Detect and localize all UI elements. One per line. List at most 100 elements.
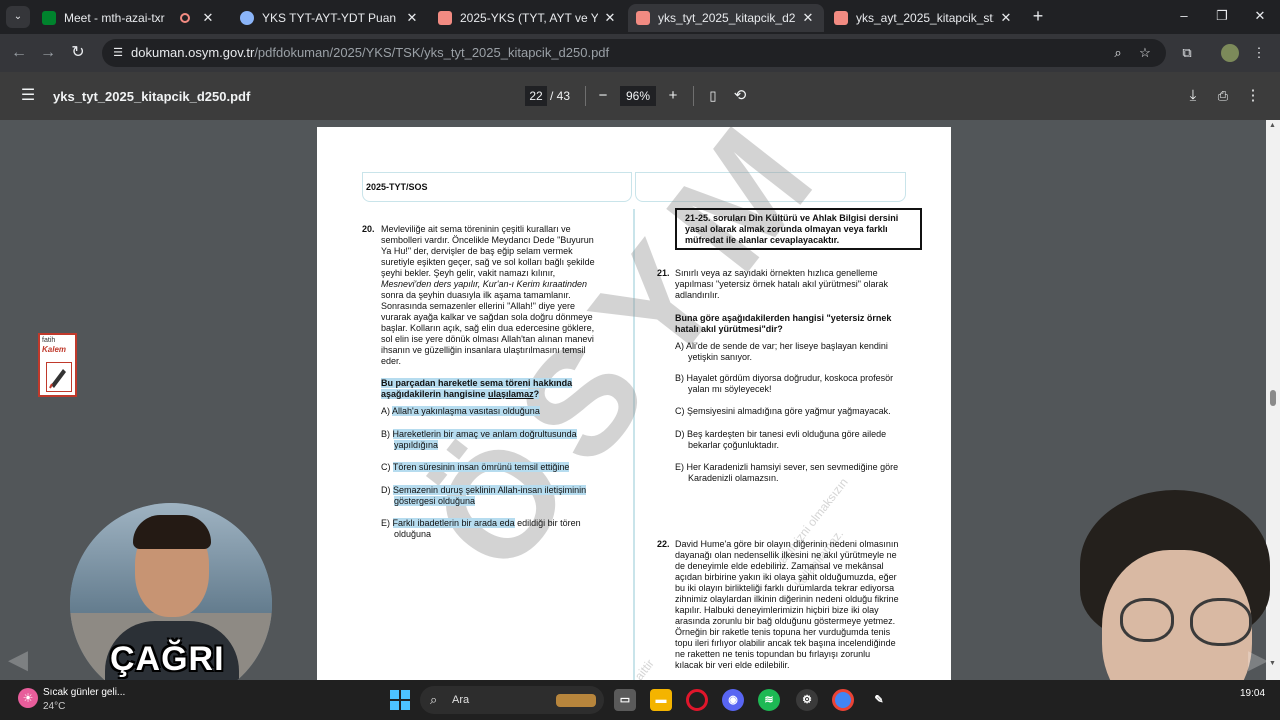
close-tab-icon[interactable]: ✕ — [404, 10, 420, 26]
close-tab-icon[interactable]: ✕ — [800, 10, 816, 26]
zoom-level-input[interactable]: 96% — [620, 86, 656, 106]
file-explorer-icon[interactable]: ▬ — [650, 689, 672, 711]
task-view-icon[interactable]: ▭ — [614, 689, 636, 711]
option-letter: C) — [381, 462, 391, 472]
option-21-b[interactable]: B) Hayalet gördüm diyorsa doğrudur, kosk… — [675, 373, 893, 395]
option-text: yetişkin sanıyor. — [688, 352, 753, 362]
close-tab-icon[interactable]: ✕ — [602, 10, 618, 26]
glasses-icon — [1120, 598, 1174, 642]
scroll-up-arrow-icon[interactable]: ▲ — [1269, 122, 1276, 129]
browser-toolbar: ← → ↻ ☰ dokuman.osym.gov.tr/pdfdokuman/2… — [0, 34, 1280, 72]
close-window-icon[interactable]: ✕ — [1248, 6, 1272, 26]
option-text: Hayalet gördüm diyorsa doğrudur, koskoca… — [686, 373, 894, 383]
tab-meet[interactable]: Meet - mth-azai-txr ✕ — [34, 4, 224, 32]
text-line: suretiyle eşikten geçer, sağ ve sol koll… — [381, 257, 595, 267]
steam-icon[interactable]: ⚙ — [796, 689, 818, 711]
osym-favicon-icon — [636, 11, 650, 25]
tab-title: 2025-YKS (TYT, AYT ve YDT) Ter — [460, 11, 598, 25]
download-icon[interactable]: ⤓ — [1183, 86, 1203, 106]
opera-icon[interactable] — [686, 689, 708, 711]
text-line: David Hume'a göre bir olayın diğerinin n… — [675, 539, 899, 549]
question-21-stem: Buna göre aşağıdakilerden hangisi "yeter… — [675, 313, 925, 335]
forward-arrow-icon[interactable]: → — [37, 42, 59, 64]
search-label: Ara — [452, 694, 470, 706]
bookmark-star-icon[interactable]: ☆ — [1136, 44, 1154, 62]
prev-arrow-icon[interactable]: ◀ — [8, 644, 28, 675]
question-21-text: Sınırlı veya az sayıdaki örnekten hızlıc… — [675, 268, 925, 301]
option-21-a[interactable]: A) Ali'de de sende de var; her liseye ba… — [675, 341, 888, 363]
option-20-e[interactable]: E) Farklı ibadetlerin bir arada eda edil… — [381, 518, 581, 540]
option-text: bekarlar çoğunluktadır. — [688, 440, 780, 450]
close-tab-icon[interactable]: ✕ — [998, 10, 1014, 26]
spotify-icon[interactable]: ≋ — [758, 689, 780, 711]
back-arrow-icon[interactable]: ← — [8, 42, 30, 64]
text-line: zihnimiz olaylardan ilkinin diğerinin ne… — [675, 594, 899, 604]
option-text: Hareketlerin bir amaç ve anlam doğrultus… — [392, 429, 577, 439]
profile-avatar[interactable] — [1221, 44, 1239, 62]
text-line: Sonrasında semazenler ellerini "Allah!" … — [381, 301, 575, 311]
text-line: vurarak ayağa kalkar ve sağdan sola doğr… — [381, 312, 593, 322]
taskbar-search-box[interactable]: ⌕ Ara — [420, 686, 604, 714]
text-line: topu ileri fırlıyor olabilir ancak tek b… — [675, 638, 896, 648]
option-20-a[interactable]: A) Allah'a yakınlaşma vasıtası olduğuna — [381, 406, 540, 417]
option-text: Beş kardeşten bir tanesi evli olduğuna g… — [687, 429, 887, 439]
scrollbar-thumb[interactable] — [1270, 390, 1276, 406]
sidebar-menu-icon[interactable]: ☰ — [18, 86, 38, 106]
restore-icon[interactable]: ❐ — [1210, 6, 1234, 26]
discord-icon[interactable]: ◉ — [722, 689, 744, 711]
site-info-icon[interactable]: ☰ — [110, 45, 126, 61]
fit-page-icon[interactable]: ▯ — [703, 86, 723, 106]
option-text: Her Karadenizli hamsiyi sever, sen sevme… — [686, 462, 899, 472]
option-text: yalan mı söyleyecek! — [688, 384, 772, 394]
option-letter: C) — [675, 406, 685, 416]
url-text[interactable]: dokuman.osym.gov.tr/pdfdokuman/2025/YKS/… — [131, 45, 609, 60]
text-line: dayanağı olan nedensellik ilkesini ne ak… — [675, 550, 897, 560]
reload-icon[interactable]: ↻ — [67, 42, 89, 64]
new-tab-plus-icon[interactable]: + — [1028, 6, 1048, 26]
logo-text: Kalem — [42, 345, 67, 354]
address-bar[interactable]: ☰ dokuman.osym.gov.tr/pdfdokuman/2025/YK… — [102, 39, 1166, 67]
extensions-icon[interactable]: ⧉ — [1177, 43, 1197, 63]
search-icon[interactable]: ⌕ — [1109, 44, 1127, 62]
toolbar-divider — [693, 86, 694, 106]
option-21-e[interactable]: E) Her Karadenizli hamsiyi sever, sen se… — [675, 462, 898, 484]
option-20-d[interactable]: D) Semazenin duruş şeklinin Allah-insan … — [381, 485, 587, 507]
text-line: Ya Hu!" der, dervişler de baş eğip selam… — [381, 246, 573, 256]
search-highlight-image — [556, 694, 596, 707]
browser-menu-icon[interactable]: ⋮ — [1249, 43, 1269, 63]
option-21-c[interactable]: C) Şemsiyesini almadığına göre yağmur ya… — [675, 406, 891, 417]
notice-line: yasal olarak almak zorunda olmayan veya … — [685, 224, 888, 234]
pdf-more-menu-icon[interactable]: ⋮ — [1243, 86, 1263, 106]
stem-line: aşağıdakilerin hangisine — [381, 389, 489, 399]
close-tab-icon[interactable]: ✕ — [200, 10, 216, 26]
option-text: Tören süresinin insan ömrünü temsil etti… — [392, 462, 570, 472]
pdf-toolbar: ☰ yks_tyt_2025_kitapcik_d250.pdf 22 / 43… — [0, 72, 1280, 120]
meet-favicon-icon — [42, 11, 56, 25]
tab-yks-ter[interactable]: 2025-YKS (TYT, AYT ve YDT) Ter ✕ — [430, 4, 626, 32]
browser-tab-strip: ⌄ Meet - mth-azai-txr ✕ YKS TYT-AYT-YDT … — [0, 0, 1280, 34]
rotate-icon[interactable]: ⟲ — [730, 86, 750, 106]
weather-icon[interactable]: ☀ — [18, 688, 38, 708]
recording-indicator-icon — [180, 13, 190, 23]
option-20-c[interactable]: C) Tören süresinin insan ömrünü temsil e… — [381, 462, 570, 473]
page-number-input[interactable]: 22 — [525, 86, 547, 106]
tab-search-chevron-icon[interactable]: ⌄ — [6, 6, 30, 28]
tab-ayt-pdf[interactable]: yks_ayt_2025_kitapcik_st12.pdf ✕ — [826, 4, 1022, 32]
chrome-icon[interactable] — [832, 689, 854, 711]
url-path: /pdfdokuman/2025/YKS/TSK/yks_tyt_2025_ki… — [254, 45, 610, 60]
windows-start-icon[interactable] — [390, 690, 410, 710]
pen-tool-icon[interactable]: ✎ — [868, 689, 890, 711]
print-icon[interactable]: ⎙ — [1213, 86, 1233, 106]
minimize-icon[interactable]: – — [1172, 6, 1196, 26]
option-21-d[interactable]: D) Beş kardeşten bir tanesi evli olduğun… — [675, 429, 886, 451]
zoom-out-icon[interactable]: − — [593, 86, 613, 106]
next-arrow-icon[interactable]: ▶ — [1248, 644, 1268, 675]
zoom-in-icon[interactable]: + — [663, 86, 683, 106]
weather-title[interactable]: Sıcak günler geli... — [43, 687, 125, 698]
text-line: başlar. Kolların açık, sağ elin dua eder… — [381, 323, 595, 333]
option-20-b[interactable]: B) Hareketlerin bir amaç ve anlam doğrul… — [381, 429, 577, 451]
tab-puan-hesapla[interactable]: YKS TYT-AYT-YDT Puan Hesapla ✕ — [232, 4, 428, 32]
tab-tyt-pdf-active[interactable]: yks_tyt_2025_kitapcik_d250.pdf ✕ — [628, 4, 824, 32]
system-clock[interactable]: 19:04 — [1240, 688, 1265, 699]
text-line: Sınırlı veya az sayıdaki örnekten hızlıc… — [675, 268, 878, 278]
